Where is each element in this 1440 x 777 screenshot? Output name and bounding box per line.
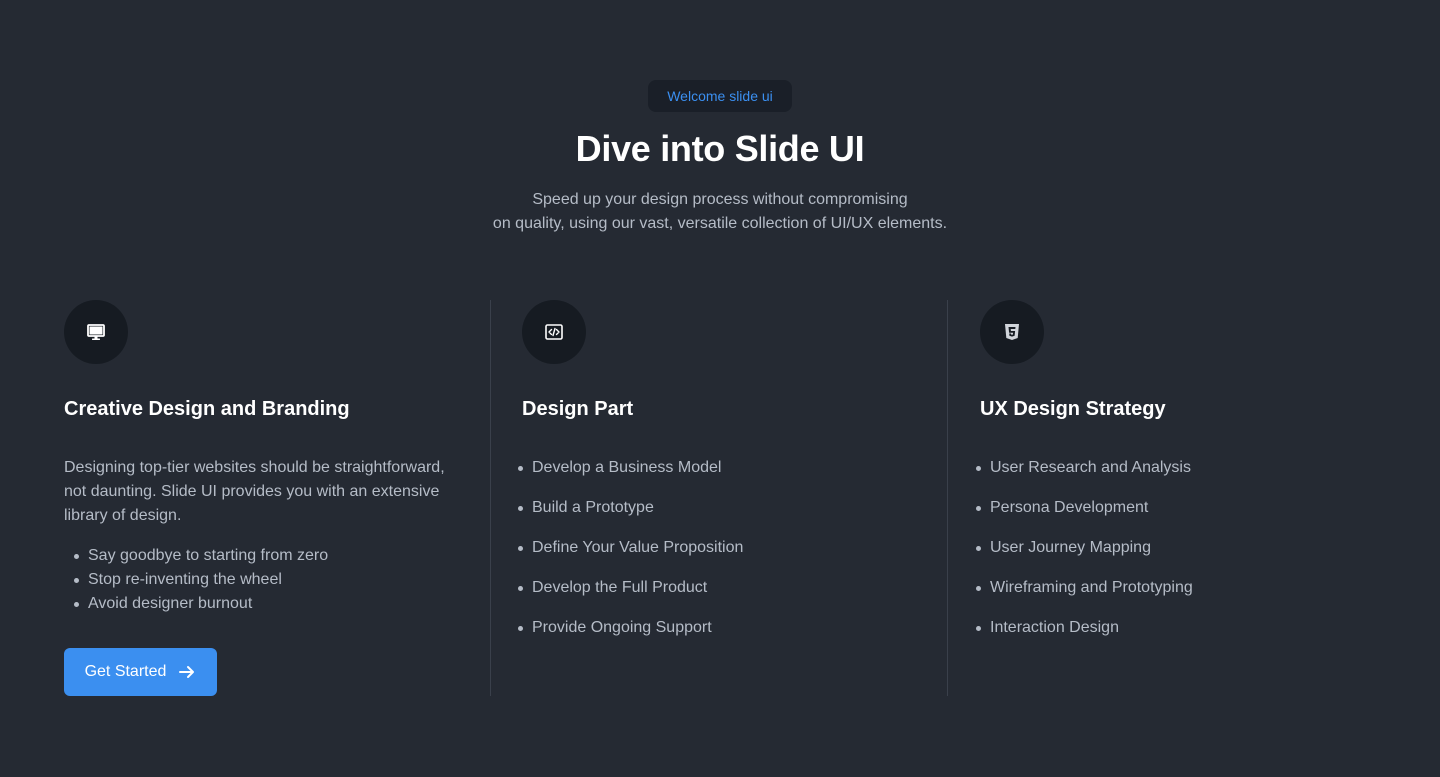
code-icon	[545, 324, 563, 340]
feature-list: User Research and Analysis Persona Devel…	[966, 456, 1193, 656]
list-item: Avoid designer burnout	[64, 592, 328, 616]
get-started-button[interactable]: Get Started	[64, 648, 217, 696]
feature-title: Creative Design and Branding	[64, 398, 350, 420]
list-item: Develop a Business Model	[508, 456, 743, 480]
arrow-right-icon	[179, 666, 195, 678]
list-item: Stop re-inventing the wheel	[64, 568, 328, 592]
feature-column-creative-design: Creative Design and Branding Designing t…	[64, 300, 464, 696]
monitor-icon-badge	[64, 300, 128, 364]
features-section: Welcome slide ui Dive into Slide UI Spee…	[0, 0, 1440, 777]
feature-title: UX Design Strategy	[980, 398, 1166, 420]
list-item: Build a Prototype	[508, 496, 743, 520]
feature-list: Develop a Business Model Build a Prototy…	[508, 456, 743, 656]
welcome-badge: Welcome slide ui	[648, 80, 792, 112]
list-item: User Research and Analysis	[966, 456, 1193, 480]
list-item: Define Your Value Proposition	[508, 536, 743, 560]
subtitle-line-1: Speed up your design process without com…	[532, 191, 908, 208]
html5-icon-badge	[980, 300, 1044, 364]
list-item: Persona Development	[966, 496, 1193, 520]
code-icon-badge	[522, 300, 586, 364]
feature-description: Designing top-tier websites should be st…	[64, 459, 445, 524]
list-item: Develop the Full Product	[508, 576, 743, 600]
page-subtitle: Speed up your design process without com…	[420, 188, 1020, 236]
html5-icon	[1005, 324, 1019, 340]
get-started-label: Get Started	[84, 663, 167, 680]
list-item: Provide Ongoing Support	[508, 616, 743, 640]
list-item: Interaction Design	[966, 616, 1193, 640]
list-item: User Journey Mapping	[966, 536, 1193, 560]
feature-list: Say goodbye to starting from zero Stop r…	[64, 544, 328, 616]
list-item: Wireframing and Prototyping	[966, 576, 1193, 600]
monitor-icon	[87, 324, 105, 340]
feature-title: Design Part	[522, 398, 634, 420]
list-item: Say goodbye to starting from zero	[64, 544, 328, 568]
feature-column-ux-strategy: UX Design Strategy User Research and Ana…	[975, 300, 1380, 636]
page-title: Dive into Slide UI	[575, 128, 865, 169]
column-divider	[490, 300, 491, 696]
column-divider	[947, 300, 948, 696]
subtitle-line-2: on quality, using our vast, versatile co…	[492, 215, 948, 232]
feature-column-design-part: Design Part Develop a Business Model Bui…	[518, 300, 922, 636]
